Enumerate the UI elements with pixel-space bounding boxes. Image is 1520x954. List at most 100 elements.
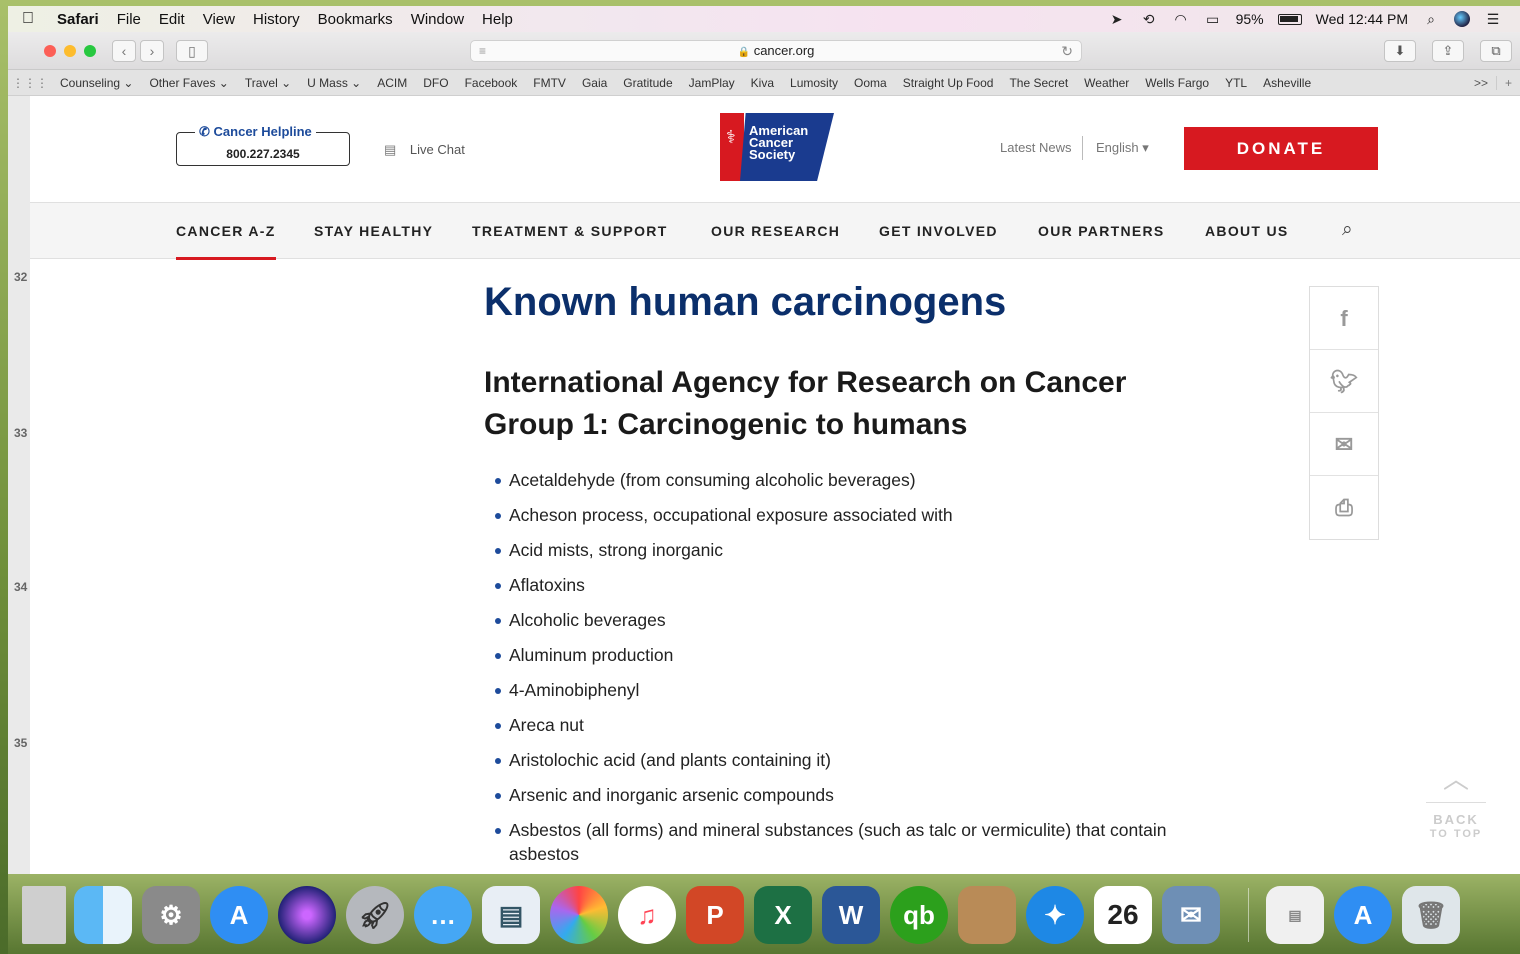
word-icon[interactable]: W	[822, 886, 880, 944]
nav-stay-healthy[interactable]: STAY HEALTHY	[314, 223, 433, 239]
sidebar-toggle-icon[interactable]: ▯	[176, 40, 208, 62]
list-item: Acid mists, strong inorganic	[492, 538, 1212, 562]
trash-icon[interactable]: 🗑︎	[1402, 886, 1460, 944]
helpline-phone[interactable]: 800.227.2345	[177, 147, 349, 161]
favorite-link[interactable]: Other Faves ⌄	[141, 76, 236, 90]
live-chat-label: Live Chat	[409, 142, 465, 157]
mail-icon[interactable]: ✉	[1162, 886, 1220, 944]
menu-help[interactable]: Help	[473, 11, 522, 28]
reader-icon[interactable]: ≡	[479, 41, 486, 61]
messages-icon[interactable]: …	[414, 886, 472, 944]
favorite-link[interactable]: Straight Up Food	[895, 76, 1002, 90]
zoom-window-button[interactable]	[84, 45, 96, 57]
print-icon[interactable]: ⎙	[1310, 476, 1378, 539]
notification-center-icon[interactable]: ☰	[1484, 11, 1502, 27]
spotlight-icon[interactable]: ⌕	[1422, 11, 1440, 27]
favorite-link[interactable]: DFO	[415, 76, 456, 90]
list-item: Acheson process, occupational exposure a…	[492, 503, 1212, 527]
latest-news-link[interactable]: Latest News	[1000, 140, 1072, 155]
favorite-link[interactable]: Ooma	[846, 76, 895, 90]
siri-dock-icon[interactable]	[278, 886, 336, 944]
quickbooks-icon[interactable]: qb	[890, 886, 948, 944]
menu-bookmarks[interactable]: Bookmarks	[309, 11, 402, 28]
menu-history[interactable]: History	[244, 11, 309, 28]
email-icon[interactable]: ✉	[1310, 413, 1378, 476]
clock[interactable]: Wed 12:44 PM	[1316, 11, 1408, 27]
tabs-overview-icon[interactable]: ⧉	[1480, 40, 1512, 62]
nav-our-research[interactable]: OUR RESEARCH	[711, 223, 840, 239]
favorite-link[interactable]: Weather	[1076, 76, 1137, 90]
share-panel: f 🐦︎ ✉ ⎙	[1309, 286, 1379, 540]
favorite-link[interactable]: Facebook	[457, 76, 526, 90]
donate-button[interactable]: DONATE	[1184, 127, 1378, 170]
app-store-download-icon[interactable]: A	[1334, 886, 1392, 944]
language-select[interactable]: English ▾	[1096, 140, 1149, 156]
powerpoint-icon[interactable]: P	[686, 886, 744, 944]
itunes-icon[interactable]: ♫	[618, 886, 676, 944]
documents-stack-icon[interactable]: ▤	[1266, 886, 1324, 944]
more-favorites-icon[interactable]: >>	[1466, 76, 1496, 90]
preview-icon[interactable]: ▤	[482, 886, 540, 944]
favorite-link[interactable]: Kiva	[743, 76, 782, 90]
menu-app-name[interactable]: Safari	[48, 11, 108, 28]
favorite-link[interactable]: Gaia	[574, 76, 615, 90]
top-sites-icon[interactable]: ⋮⋮⋮	[8, 76, 52, 90]
system-preferences-icon[interactable]: ⚙	[142, 886, 200, 944]
siri-icon[interactable]	[1454, 11, 1470, 27]
photos-icon[interactable]	[550, 886, 608, 944]
nav-about-us[interactable]: ABOUT US	[1205, 223, 1289, 239]
contacts-icon[interactable]	[958, 886, 1016, 944]
excel-icon[interactable]: X	[754, 886, 812, 944]
reload-icon[interactable]: ↻	[1061, 41, 1073, 61]
nav-get-involved[interactable]: GET INVOLVED	[879, 223, 998, 239]
nav-cancer-a-z[interactable]: CANCER A-Z	[176, 223, 276, 260]
wifi-icon[interactable]: ◠	[1172, 11, 1190, 27]
menu-window[interactable]: Window	[402, 11, 473, 28]
address-bar[interactable]: ≡ 🔒 cancer.org ↻	[470, 40, 1082, 62]
favorite-link[interactable]: Counseling ⌄	[52, 76, 141, 90]
finder-icon[interactable]	[74, 886, 132, 944]
menu-edit[interactable]: Edit	[150, 11, 194, 28]
location-icon[interactable]: ➤	[1108, 11, 1126, 27]
time-machine-icon[interactable]: ⟲	[1140, 11, 1158, 27]
battery-icon[interactable]	[1277, 13, 1302, 25]
close-window-button[interactable]	[44, 45, 56, 57]
cancer-helpline-box[interactable]: ✆ Cancer Helpline 800.227.2345	[176, 124, 350, 166]
favorite-link[interactable]: Wells Fargo	[1137, 76, 1217, 90]
favorite-link[interactable]: FMTV	[525, 76, 574, 90]
facebook-icon[interactable]: f	[1310, 287, 1378, 350]
nav-treatment-support[interactable]: TREATMENT & SUPPORT	[472, 223, 668, 239]
favorite-link[interactable]: Lumosity	[782, 76, 846, 90]
favorite-link[interactable]: YTL	[1217, 76, 1255, 90]
downloads-icon[interactable]: ⬇	[1384, 40, 1416, 62]
acs-logo[interactable]: ⚕ American Cancer Society	[720, 113, 834, 181]
favorite-link[interactable]: U Mass ⌄	[299, 76, 369, 90]
favorite-link[interactable]: Gratitude	[615, 76, 680, 90]
back-to-top-button[interactable]: ︿ BACK TO TOP	[1426, 766, 1486, 841]
forward-button[interactable]: ›	[140, 40, 164, 62]
favorite-link[interactable]: Travel ⌄	[237, 76, 299, 90]
favorite-link[interactable]: Asheville	[1255, 76, 1319, 90]
back-button[interactable]: ‹	[112, 40, 136, 62]
favorite-link[interactable]: The Secret	[1001, 76, 1076, 90]
airplay-icon[interactable]: ▭	[1204, 11, 1222, 27]
app-store-icon[interactable]: A	[210, 886, 268, 944]
document-thumbnail-icon[interactable]	[22, 886, 66, 944]
live-chat-link[interactable]: ▤ Live Chat	[384, 142, 465, 158]
search-icon[interactable]: ⌕	[1342, 219, 1353, 241]
menu-view[interactable]: View	[194, 11, 244, 28]
favorite-link[interactable]: JamPlay	[681, 76, 743, 90]
new-tab-icon[interactable]: +	[1496, 75, 1520, 90]
twitter-icon[interactable]: 🐦︎	[1310, 350, 1378, 413]
apple-menu-icon[interactable]: 	[8, 10, 48, 28]
menu-file[interactable]: File	[108, 11, 150, 28]
launchpad-icon[interactable]: 🚀︎	[346, 886, 404, 944]
share-icon[interactable]: ⇪	[1432, 40, 1464, 62]
back-to-top-divider	[1426, 802, 1486, 803]
favorite-link[interactable]: ACIM	[369, 76, 415, 90]
minimize-window-button[interactable]	[64, 45, 76, 57]
safari-dock-icon[interactable]: ✦	[1026, 886, 1084, 944]
nav-our-partners[interactable]: OUR PARTNERS	[1038, 223, 1165, 239]
calendar-icon[interactable]: 26	[1094, 886, 1152, 944]
battery-percent[interactable]: 95%	[1236, 11, 1264, 27]
